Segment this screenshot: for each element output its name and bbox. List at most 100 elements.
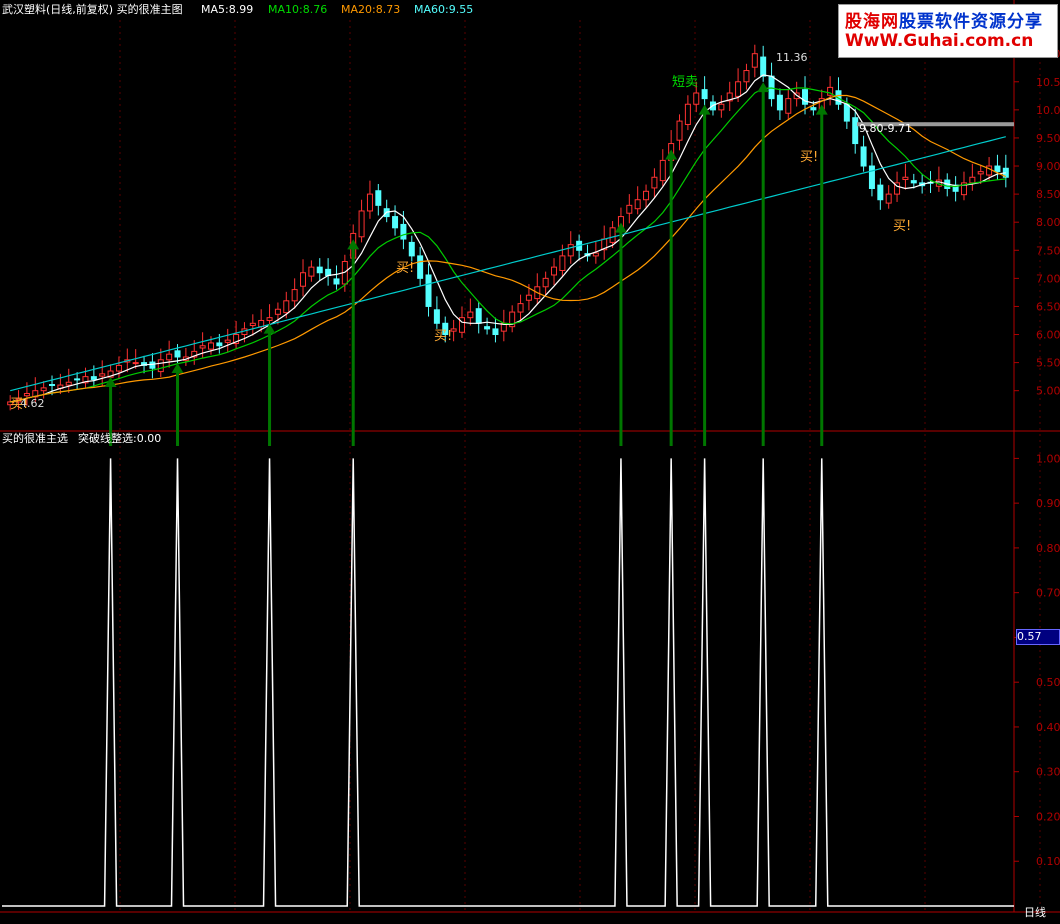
sub-y-tick-label: 0.90: [1036, 497, 1060, 510]
candle-body: [308, 266, 315, 277]
y-tick-label: 10.50: [1036, 76, 1060, 89]
candle-body: [300, 272, 307, 287]
buy-label: 买!: [396, 261, 415, 276]
candle-body: [735, 81, 742, 97]
candle-body: [676, 120, 683, 141]
buy-label: 买!: [800, 150, 819, 165]
candle-body: [877, 184, 884, 201]
candle-body: [659, 159, 666, 182]
candle-body: [868, 165, 875, 189]
high-price-label: 11.36: [776, 51, 808, 64]
sub-y-tick-label: 0.30: [1036, 766, 1060, 779]
buy-label: 买!: [893, 219, 912, 234]
ma5-legend: MA5:8.99: [201, 3, 254, 16]
candle-body: [852, 117, 859, 145]
candle-body: [291, 289, 298, 302]
y-tick-label: 6.50: [1036, 300, 1060, 313]
buy-label: 买!: [10, 397, 29, 412]
candle-body: [843, 103, 850, 122]
y-tick-label: 5.50: [1036, 357, 1060, 370]
y-tick-label: 8.00: [1036, 216, 1060, 229]
candle-body: [902, 176, 909, 181]
candle-body: [149, 361, 156, 369]
range-label: 9.80-9.71: [859, 122, 912, 135]
candle-body: [157, 359, 164, 373]
buy-arrow-head: [347, 239, 360, 250]
candle-body: [366, 193, 373, 212]
candle-body: [651, 176, 658, 189]
chart-title: 武汉塑料(日线,前复权) 买的很准主图: [2, 3, 183, 16]
candle-body: [885, 193, 892, 204]
candle-body: [207, 342, 214, 350]
candle-body: [325, 268, 332, 277]
watermark-url: WwW.Guhai.com.cn: [845, 31, 1034, 51]
candle-body: [23, 392, 30, 397]
candle-body: [224, 339, 231, 343]
candle-body: [375, 190, 382, 206]
candle-body: [358, 210, 365, 238]
candle-body: [166, 353, 173, 361]
buy-label: 买!: [434, 329, 453, 344]
candle-body: [542, 277, 549, 288]
candle-body: [751, 53, 758, 68]
candle-body: [684, 103, 691, 125]
candle-body: [216, 342, 223, 347]
candle-body: [316, 266, 323, 274]
candle-body: [74, 378, 81, 381]
candle-body: [776, 94, 783, 111]
candle-body: [609, 227, 616, 243]
candle-body: [760, 56, 767, 77]
candle-body: [249, 322, 256, 327]
watermark-line1: 股海网股票软件资源分享: [845, 7, 1043, 32]
y-tick-label: 6.00: [1036, 329, 1060, 342]
chart-canvas[interactable]: 5.00 5.50 6.00 6.50 7.00 7.50 8.00 8.50 9.00 9.50…: [0, 0, 1060, 920]
y-tick-label: 8.50: [1036, 188, 1060, 201]
candle-body: [199, 345, 206, 349]
candle-body: [551, 266, 558, 276]
candle-body: [701, 89, 708, 100]
candle-body: [333, 278, 340, 285]
candle-body: [433, 309, 440, 324]
candle-body: [768, 75, 775, 100]
sub-y-tick-label: 0.50: [1036, 676, 1060, 689]
candle-body: [400, 223, 407, 240]
candle-body: [810, 107, 817, 111]
candle-body: [693, 92, 700, 105]
candle-body: [634, 199, 641, 210]
y-tick-label: 9.50: [1036, 132, 1060, 145]
period-label[interactable]: 日线: [1024, 906, 1046, 920]
candle-body: [977, 171, 984, 175]
candle-body: [626, 204, 633, 214]
candle-body: [392, 216, 399, 229]
y-tick-label: 7.00: [1036, 272, 1060, 285]
candle-body: [910, 180, 917, 184]
candle-body: [643, 190, 650, 201]
candle-body: [559, 255, 566, 271]
chart-stage: 5.00 5.50 6.00 6.50 7.00 7.50 8.00 8.50 9.00 9.50…: [0, 0, 1060, 920]
buy-arrow-head: [815, 104, 828, 115]
watermark-slogan: 股票软件资源分享: [899, 12, 1043, 32]
candle-body: [174, 350, 181, 358]
candle-body: [743, 70, 750, 83]
candle-body: [592, 252, 599, 257]
candle-body: [994, 165, 1001, 173]
sub-y-tick-label: 0.40: [1036, 721, 1060, 734]
candle-body: [49, 384, 56, 387]
candle-body: [115, 364, 122, 372]
candle-body: [283, 300, 290, 314]
y-tick-label: 7.50: [1036, 244, 1060, 257]
candle-body: [475, 308, 482, 324]
sub-y-tick-label: 0.80: [1036, 542, 1060, 555]
buy-arrow-head: [665, 149, 678, 160]
candle-body: [525, 294, 532, 301]
ma60-line: [10, 136, 1006, 392]
sub-y-tick-label: 0.10: [1036, 855, 1060, 868]
candle-body: [274, 308, 281, 315]
candle-body: [266, 317, 273, 321]
candle-body: [492, 328, 499, 336]
sub-y-tick-label: 0.20: [1036, 810, 1060, 823]
y-tick-label: 5.00: [1036, 385, 1060, 398]
sub-y-tick-label: 1.00: [1036, 452, 1060, 465]
candle-body: [425, 274, 432, 307]
candle-body: [40, 387, 47, 392]
